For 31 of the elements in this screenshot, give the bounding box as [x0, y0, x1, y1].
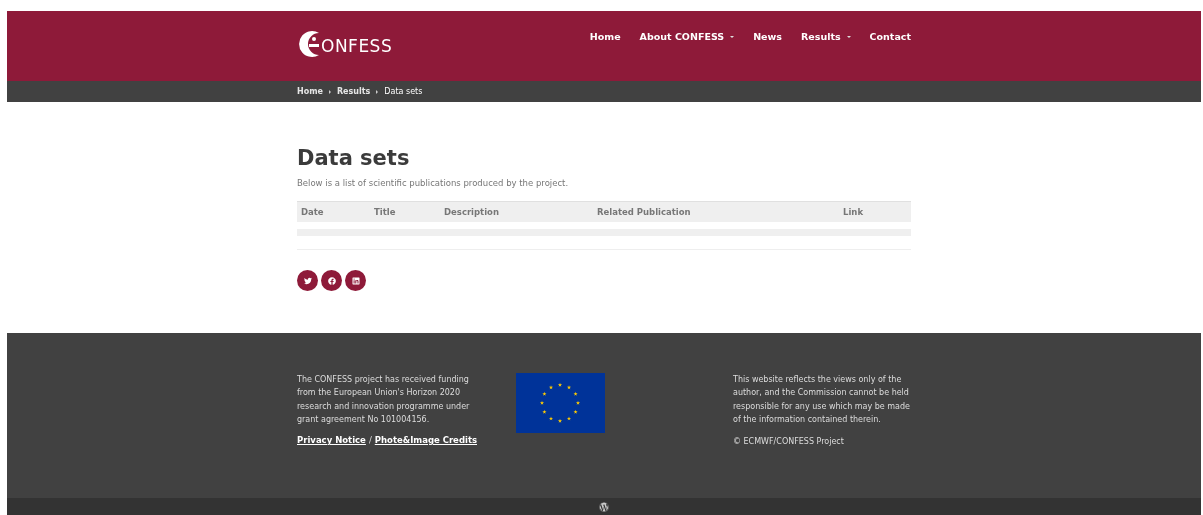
- breadcrumb-link[interactable]: Results: [336, 87, 371, 96]
- intro-text: Below is a list of scientific publications produced by the project.: [297, 178, 570, 188]
- column-header: Title: [374, 207, 397, 217]
- funding-text: The CONFESS project has received funding from the European Union's Horizon 2020 research and innovation programme under grant agreement No 101004156.: [297, 374, 471, 426]
- caret-icon: [730, 35, 735, 38]
- footer-link[interactable]: Phote&Image Credits: [374, 435, 477, 446]
- column-header: Related Publication: [597, 207, 692, 217]
- copyright-text: © ECMWF/CONFESS Project: [733, 436, 845, 449]
- page-title: Data sets: [297, 146, 411, 170]
- logo-text: ONFESS: [321, 36, 393, 56]
- breadcrumb-link[interactable]: Data sets: [384, 87, 423, 96]
- breadcrumb-link[interactable]: Home: [297, 87, 323, 96]
- nav-link[interactable]: Contact: [869, 31, 911, 42]
- disclaimer-text: This website reflects the views only of the author, and the Commission cannot be held responsible for any use which may be made of the information contained therein.: [733, 374, 911, 426]
- chevron-icon: [328, 89, 331, 94]
- nav-link[interactable]: Home: [589, 31, 621, 42]
- separator-text: /: [368, 435, 372, 446]
- linkedin-icon[interactable]: [345, 270, 366, 291]
- facebook-icon[interactable]: [321, 270, 342, 291]
- caret-icon: [846, 35, 851, 38]
- column-header: Link: [843, 207, 865, 217]
- chevron-icon: [376, 89, 379, 94]
- footer-link[interactable]: Privacy Notice: [297, 435, 366, 446]
- wordpress-icon[interactable]: [599, 501, 609, 512]
- twitter-icon[interactable]: [297, 270, 318, 291]
- eu-flag-icon: [516, 373, 605, 433]
- nav-link[interactable]: News: [753, 31, 782, 42]
- column-header: Date: [301, 207, 325, 217]
- column-header: Description: [444, 207, 500, 217]
- nav-link[interactable]: About CONFESS: [639, 31, 735, 42]
- nav-link[interactable]: Results: [800, 31, 851, 42]
